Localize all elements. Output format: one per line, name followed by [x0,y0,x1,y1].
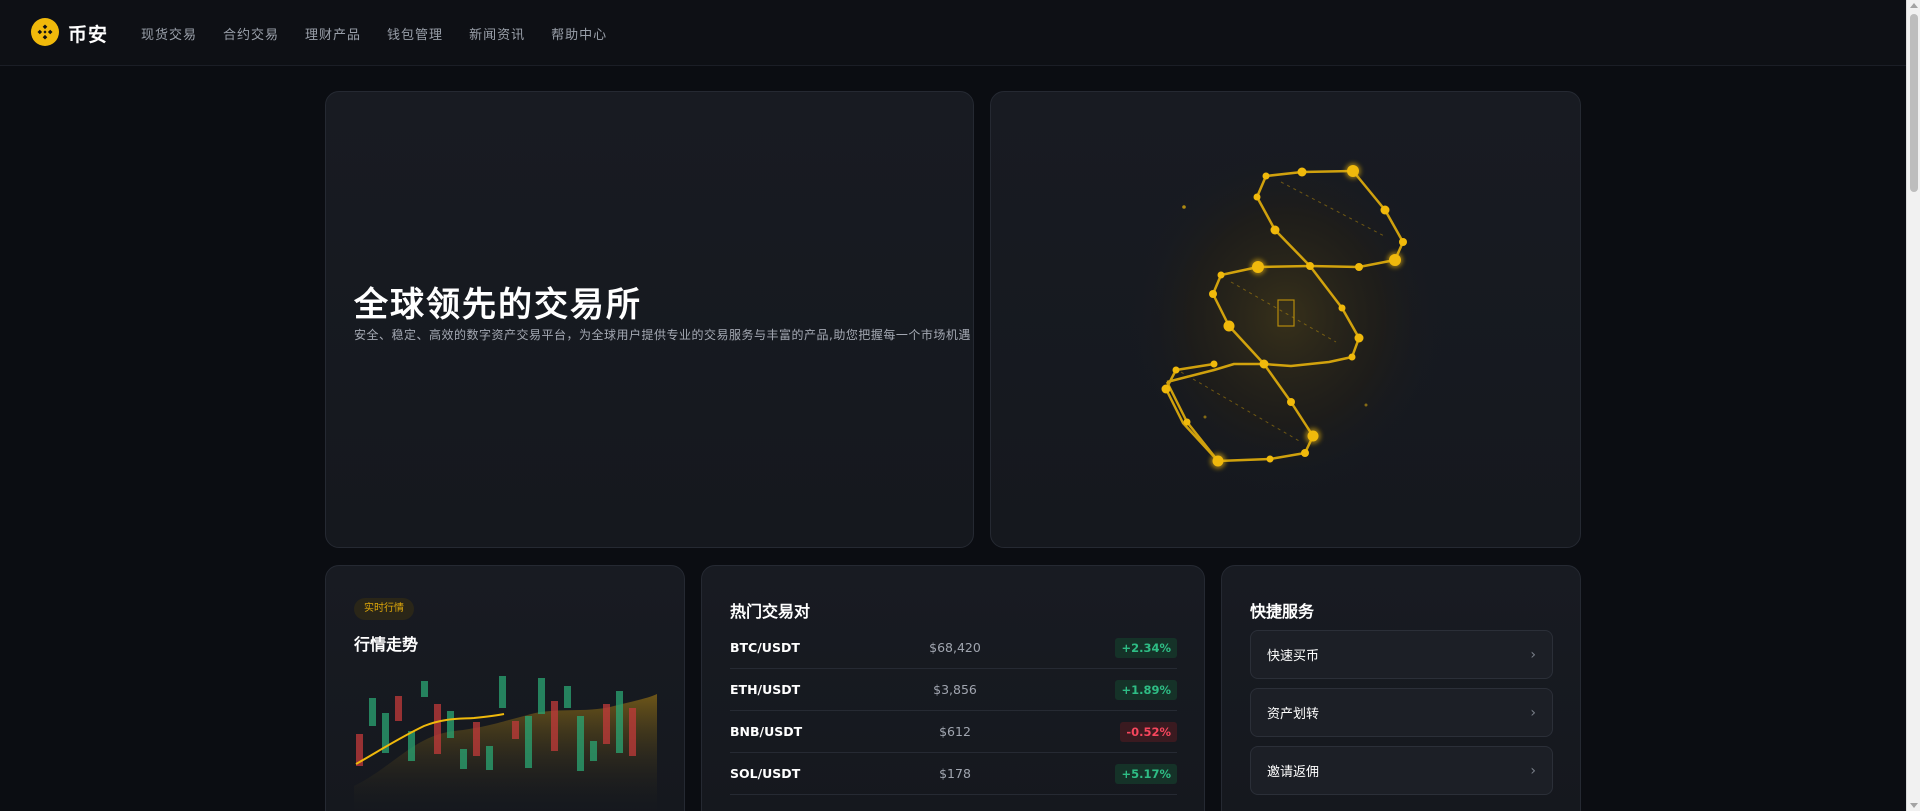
pair-label: ETH/USDT [730,682,801,697]
pair-label: SOL/USDT [730,766,801,781]
nav-item-earn[interactable]: 理财产品 [305,24,361,43]
main-nav: 现货交易 合约交易 理财产品 钱包管理 新闻资讯 帮助中心 [141,24,633,43]
price-value: $3,856 [933,682,977,697]
hero-card: 全球领先的交易所 安全、稳定、高效的数字资产交易平台，为全球用户提供专业的交易服… [325,91,974,548]
pair-label: BNB/USDT [730,724,803,739]
brand-name[interactable]: 币安 [68,20,108,47]
top-navbar: 币安 现货交易 合约交易 理财产品 钱包管理 新闻资讯 帮助中心 [0,0,1906,66]
service-item-transfer[interactable]: 资产划转 › [1250,688,1553,737]
market-card: 热门交易对 BTC/USDT $68,420 +2.34% ETH/USDT $… [701,565,1205,811]
market-list: BTC/USDT $68,420 +2.34% ETH/USDT $3,856 … [730,627,1177,795]
pair-label: BTC/USDT [730,640,800,655]
nav-item-help[interactable]: 帮助中心 [551,24,607,43]
scroll-up-arrow-icon[interactable] [1910,3,1918,8]
services-title: 快捷服务 [1250,602,1315,621]
candlestick-chart [354,676,657,811]
kline-title: 行情走势 [354,635,419,654]
change-badge: +5.17% [1115,763,1177,784]
nav-item-wallet[interactable]: 钱包管理 [387,24,443,43]
hero-title: 全球领先的交易所 [354,285,642,325]
nav-item-spot[interactable]: 现货交易 [141,24,197,43]
market-row-sol[interactable]: SOL/USDT $178 +5.17% [730,753,1177,795]
service-label: 资产划转 [1267,707,1320,722]
market-row-eth[interactable]: ETH/USDT $3,856 +1.89% [730,669,1177,711]
page-scrollbar[interactable] [1906,0,1920,811]
service-item-referral[interactable]: 邀请返佣 › [1250,746,1553,795]
market-row-btc[interactable]: BTC/USDT $68,420 +2.34% [730,627,1177,669]
services-card: 快捷服务 快速买币 › 资产划转 › 邀请返佣 › [1221,565,1581,811]
chevron-right-icon: › [1530,762,1536,779]
hero-visual-card [990,91,1581,548]
kline-card: 实时行情 行情走势 [325,565,685,811]
scrollbar-thumb[interactable] [1910,14,1918,192]
service-label: 快速买币 [1267,649,1320,664]
price-value: $178 [939,766,971,781]
hero-subtitle: 安全、稳定、高效的数字资产交易平台，为全球用户提供专业的交易服务与丰富的产品,助… [354,328,971,342]
market-title: 热门交易对 [730,602,811,621]
chevron-right-icon: › [1530,646,1536,663]
service-label: 邀请返佣 [1267,765,1320,780]
change-badge: +1.89% [1115,679,1177,700]
constellation-illustration [1126,142,1446,492]
price-value: $612 [939,724,971,739]
nav-item-news[interactable]: 新闻资讯 [469,24,525,43]
scroll-down-arrow-icon[interactable] [1910,803,1918,808]
market-row-bnb[interactable]: BNB/USDT $612 -0.52% [730,711,1177,753]
chevron-right-icon: › [1530,704,1536,721]
service-item-buy[interactable]: 快速买币 › [1250,630,1553,679]
price-value: $68,420 [929,640,981,655]
binance-logo-icon[interactable] [31,18,59,46]
live-badge: 实时行情 [354,598,414,620]
services-list: 快速买币 › 资产划转 › 邀请返佣 › [1250,630,1553,804]
change-badge: +2.34% [1115,637,1177,658]
nav-item-futures[interactable]: 合约交易 [223,24,279,43]
change-badge: -0.52% [1120,721,1177,742]
